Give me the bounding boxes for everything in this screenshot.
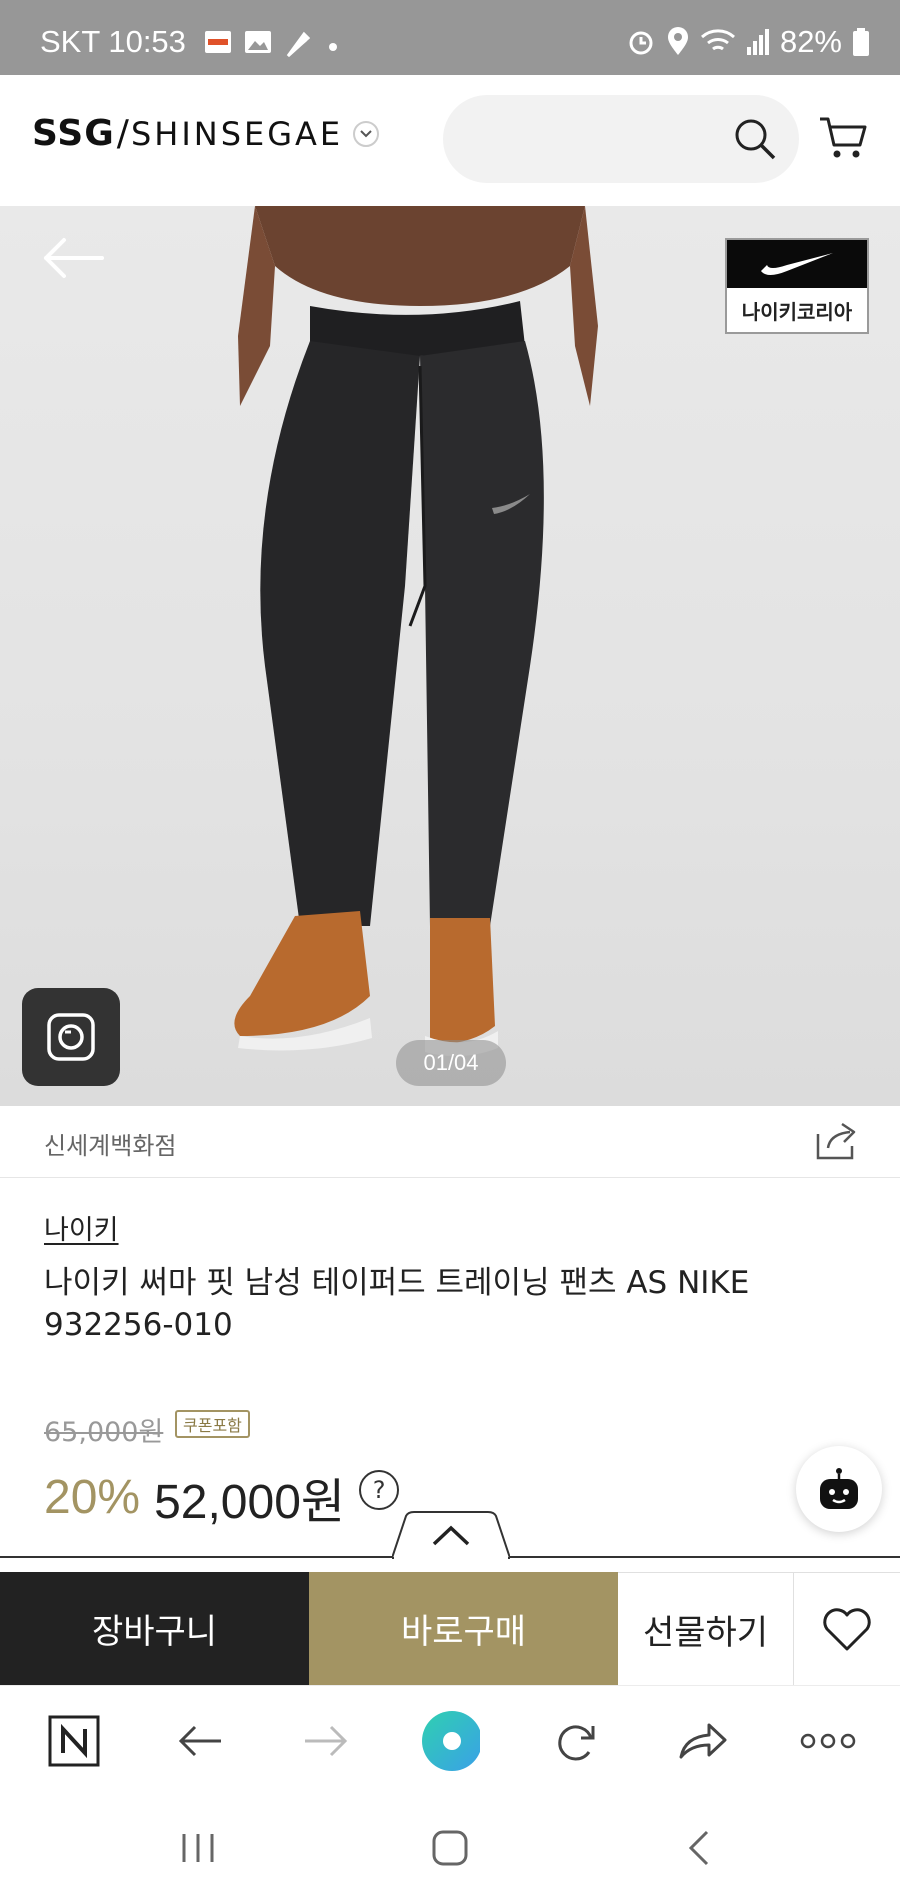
purchase-action-bar: 장바구니 바로구매 선물하기 (0, 1572, 900, 1685)
logo-shinsegae-text: SHINSEGAE (130, 114, 344, 153)
site-header: SSG / SHINSEGAE (0, 75, 900, 206)
back-arrow-icon[interactable] (40, 236, 104, 280)
flag-icon (205, 31, 231, 53)
mall-switch-chevron-icon[interactable] (353, 120, 380, 147)
more-icon[interactable] (796, 1711, 860, 1771)
carrier-time: SKT 10:53 (40, 24, 186, 59)
like-button[interactable] (794, 1572, 900, 1685)
brand-link[interactable]: 나이키 (44, 1208, 119, 1247)
location-icon (667, 27, 688, 55)
seller-row: 신세계백화점 (0, 1106, 900, 1178)
product-image-carousel[interactable]: 나이키코리아 01/04 (0, 206, 900, 1106)
coupon-included-badge: 쿠폰포함 (175, 1410, 250, 1438)
search-input[interactable] (443, 95, 799, 183)
cart-icon[interactable] (818, 115, 868, 161)
image-pager: 01/04 (396, 1040, 506, 1086)
original-price: 65,000원 (44, 1417, 164, 1448)
instagram-icon (47, 1013, 95, 1061)
logo-ssg-text: SSG (32, 113, 115, 154)
discount-rate: 20% (44, 1470, 141, 1524)
forward-icon[interactable] (296, 1711, 356, 1771)
logo-slash: / (116, 113, 129, 154)
sale-price: 52,000원 (154, 1476, 346, 1529)
signal-icon (746, 29, 769, 55)
refresh-icon[interactable] (546, 1711, 606, 1771)
robot-icon (820, 1468, 858, 1509)
nike-logo (727, 240, 867, 288)
chatbot-button[interactable] (796, 1446, 882, 1532)
home-icon[interactable] (420, 1823, 480, 1873)
expand-panel-tab[interactable] (392, 1510, 510, 1560)
search-icon[interactable] (733, 117, 777, 161)
share-page-icon[interactable] (672, 1711, 732, 1771)
naver-n-icon[interactable] (44, 1711, 104, 1771)
share-icon[interactable] (814, 1120, 860, 1162)
system-nav-bar (0, 1795, 900, 1900)
buy-now-button[interactable]: 바로구매 (309, 1572, 618, 1685)
product-title: 나이키 써마 핏 남성 테이퍼드 트레이닝 팬츠 AS NIKE 932256-… (44, 1265, 750, 1343)
recent-apps-icon[interactable] (168, 1823, 228, 1873)
heart-icon (823, 1608, 871, 1651)
battery-percent: 82% (779, 24, 842, 59)
ssg-logo[interactable]: SSG / SHINSEGAE (32, 113, 380, 154)
instagram-button[interactable] (22, 988, 120, 1086)
dot-icon (329, 43, 337, 51)
browser-toolbar (0, 1685, 900, 1795)
alarm-icon (629, 31, 653, 55)
add-to-cart-button[interactable]: 장바구니 (0, 1572, 309, 1685)
brand-store-label: 나이키코리아 (741, 299, 853, 324)
battery-icon (853, 28, 869, 56)
swoosh-icon (761, 253, 833, 275)
price-help-icon[interactable]: ? (359, 1470, 400, 1510)
wifi-icon (700, 29, 735, 51)
brand-store-badge[interactable]: 나이키코리아 (725, 238, 869, 334)
price-row: 20% 52,000원 ? (44, 1462, 400, 1532)
system-back-icon[interactable] (670, 1823, 730, 1873)
status-bar: SKT 10:53 82% (0, 0, 900, 75)
product-photo (234, 206, 598, 1057)
home-orb-icon[interactable] (420, 1711, 480, 1771)
seller-name[interactable]: 신세계백화점 (44, 1126, 176, 1161)
feather-icon (286, 31, 310, 58)
status-right: 82% (626, 24, 870, 60)
image-icon (245, 31, 271, 53)
gift-button[interactable]: 선물하기 (618, 1572, 794, 1685)
back-icon[interactable] (170, 1711, 230, 1771)
